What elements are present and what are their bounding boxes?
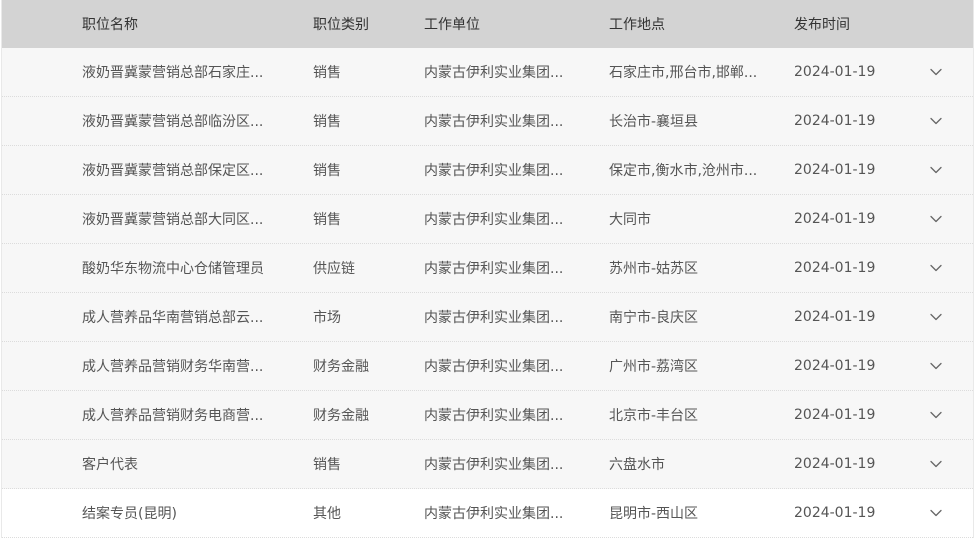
work-unit: 内蒙古伊利实业集团... xyxy=(424,359,564,375)
publish-date: 2024-01-19 xyxy=(794,211,876,227)
table-row[interactable]: 液奶晋冀蒙营销总部临汾区... 销售 内蒙古伊利实业集团... 长治市-襄垣县 … xyxy=(2,97,973,146)
publish-date: 2024-01-19 xyxy=(794,260,876,276)
work-location: 大同市 xyxy=(609,212,651,228)
publish-date: 2024-01-19 xyxy=(794,113,876,129)
publish-date: 2024-01-19 xyxy=(794,162,876,178)
chevron-down-icon[interactable] xyxy=(928,407,944,423)
work-unit: 内蒙古伊利实业集团... xyxy=(424,65,564,81)
job-name[interactable]: 酸奶华东物流中心仓储管理员 xyxy=(82,244,282,292)
table-row[interactable]: 酸奶华东物流中心仓储管理员 供应链 内蒙古伊利实业集团... 苏州市-姑苏区 2… xyxy=(2,244,973,293)
header-publish-date: 发布时间 xyxy=(794,17,850,33)
publish-date: 2024-01-19 xyxy=(794,407,876,423)
work-location: 苏州市-姑苏区 xyxy=(609,261,699,277)
work-location: 保定市,衡水市,沧州市... xyxy=(609,163,758,179)
job-name[interactable]: 液奶晋冀蒙营销总部临汾区... xyxy=(82,97,282,145)
table-body: 液奶晋冀蒙营销总部石家庄... 销售 内蒙古伊利实业集团... 石家庄市,邢台市… xyxy=(2,48,973,538)
chevron-down-icon[interactable] xyxy=(928,309,944,325)
chevron-down-icon[interactable] xyxy=(928,358,944,374)
table-row[interactable]: 液奶晋冀蒙营销总部石家庄... 销售 内蒙古伊利实业集团... 石家庄市,邢台市… xyxy=(2,48,973,97)
work-unit: 内蒙古伊利实业集团... xyxy=(424,261,564,277)
chevron-down-icon[interactable] xyxy=(928,211,944,227)
job-name[interactable]: 液奶晋冀蒙营销总部保定区... xyxy=(82,146,282,194)
work-unit: 内蒙古伊利实业集团... xyxy=(424,212,564,228)
table-row[interactable]: 液奶晋冀蒙营销总部保定区... 销售 内蒙古伊利实业集团... 保定市,衡水市,… xyxy=(2,146,973,195)
publish-date: 2024-01-19 xyxy=(794,309,876,325)
publish-date: 2024-01-19 xyxy=(794,358,876,374)
header-work-unit: 工作单位 xyxy=(424,17,480,33)
job-name[interactable]: 结案专员(昆明) xyxy=(82,489,282,537)
work-location: 广州市-荔湾区 xyxy=(609,359,699,375)
chevron-down-icon[interactable] xyxy=(928,456,944,472)
job-category: 供应链 xyxy=(313,261,355,277)
chevron-down-icon[interactable] xyxy=(928,64,944,80)
header-job-category: 职位类别 xyxy=(313,17,369,33)
table-row[interactable]: 成人营养品营销财务华南营... 财务金融 内蒙古伊利实业集团... 广州市-荔湾… xyxy=(2,342,973,391)
work-unit: 内蒙古伊利实业集团... xyxy=(424,506,564,522)
job-name[interactable]: 成人营养品营销财务华南营... xyxy=(82,342,282,390)
publish-date: 2024-01-19 xyxy=(794,505,876,521)
work-unit: 内蒙古伊利实业集团... xyxy=(424,310,564,326)
job-category: 销售 xyxy=(313,65,341,81)
table-row[interactable]: 结案专员(昆明) 其他 内蒙古伊利实业集团... 昆明市-西山区 2024-01… xyxy=(2,489,973,538)
job-name[interactable]: 液奶晋冀蒙营销总部石家庄... xyxy=(82,48,282,96)
table-row[interactable]: 客户代表 销售 内蒙古伊利实业集团... 六盘水市 2024-01-19 xyxy=(2,440,973,489)
table-row[interactable]: 成人营养品营销财务电商营... 财务金融 内蒙古伊利实业集团... 北京市-丰台… xyxy=(2,391,973,440)
table-header: 职位名称 职位类别 工作单位 工作地点 发布时间 xyxy=(2,0,973,48)
chevron-down-icon[interactable] xyxy=(928,505,944,521)
publish-date: 2024-01-19 xyxy=(794,456,876,472)
work-location: 昆明市-西山区 xyxy=(609,506,699,522)
job-category: 财务金融 xyxy=(313,359,369,375)
job-category: 销售 xyxy=(313,163,341,179)
job-category: 销售 xyxy=(313,114,341,130)
job-name[interactable]: 液奶晋冀蒙营销总部大同区... xyxy=(82,195,282,243)
publish-date: 2024-01-19 xyxy=(794,64,876,80)
job-name[interactable]: 成人营养品华南营销总部云... xyxy=(82,293,282,341)
job-name[interactable]: 成人营养品营销财务电商营... xyxy=(82,391,282,439)
chevron-down-icon[interactable] xyxy=(928,162,944,178)
work-unit: 内蒙古伊利实业集团... xyxy=(424,114,564,130)
job-category: 销售 xyxy=(313,457,341,473)
table-row[interactable]: 液奶晋冀蒙营销总部大同区... 销售 内蒙古伊利实业集团... 大同市 2024… xyxy=(2,195,973,244)
header-job-name: 职位名称 xyxy=(82,17,138,33)
work-location: 石家庄市,邢台市,邯郸... xyxy=(609,65,758,81)
table-row[interactable]: 成人营养品华南营销总部云... 市场 内蒙古伊利实业集团... 南宁市-良庆区 … xyxy=(2,293,973,342)
work-location: 北京市-丰台区 xyxy=(609,408,699,424)
work-unit: 内蒙古伊利实业集团... xyxy=(424,457,564,473)
work-location: 长治市-襄垣县 xyxy=(609,114,699,130)
chevron-down-icon[interactable] xyxy=(928,260,944,276)
work-location: 南宁市-良庆区 xyxy=(609,310,699,326)
work-unit: 内蒙古伊利实业集团... xyxy=(424,408,564,424)
job-category: 市场 xyxy=(313,310,341,326)
job-listing-table: 职位名称 职位类别 工作单位 工作地点 发布时间 液奶晋冀蒙营销总部石家庄...… xyxy=(1,0,974,538)
work-unit: 内蒙古伊利实业集团... xyxy=(424,163,564,179)
work-location: 六盘水市 xyxy=(609,457,665,473)
header-work-location: 工作地点 xyxy=(609,17,665,33)
job-category: 其他 xyxy=(313,506,341,522)
job-name[interactable]: 客户代表 xyxy=(82,440,282,488)
job-category: 销售 xyxy=(313,212,341,228)
chevron-down-icon[interactable] xyxy=(928,113,944,129)
job-category: 财务金融 xyxy=(313,408,369,424)
